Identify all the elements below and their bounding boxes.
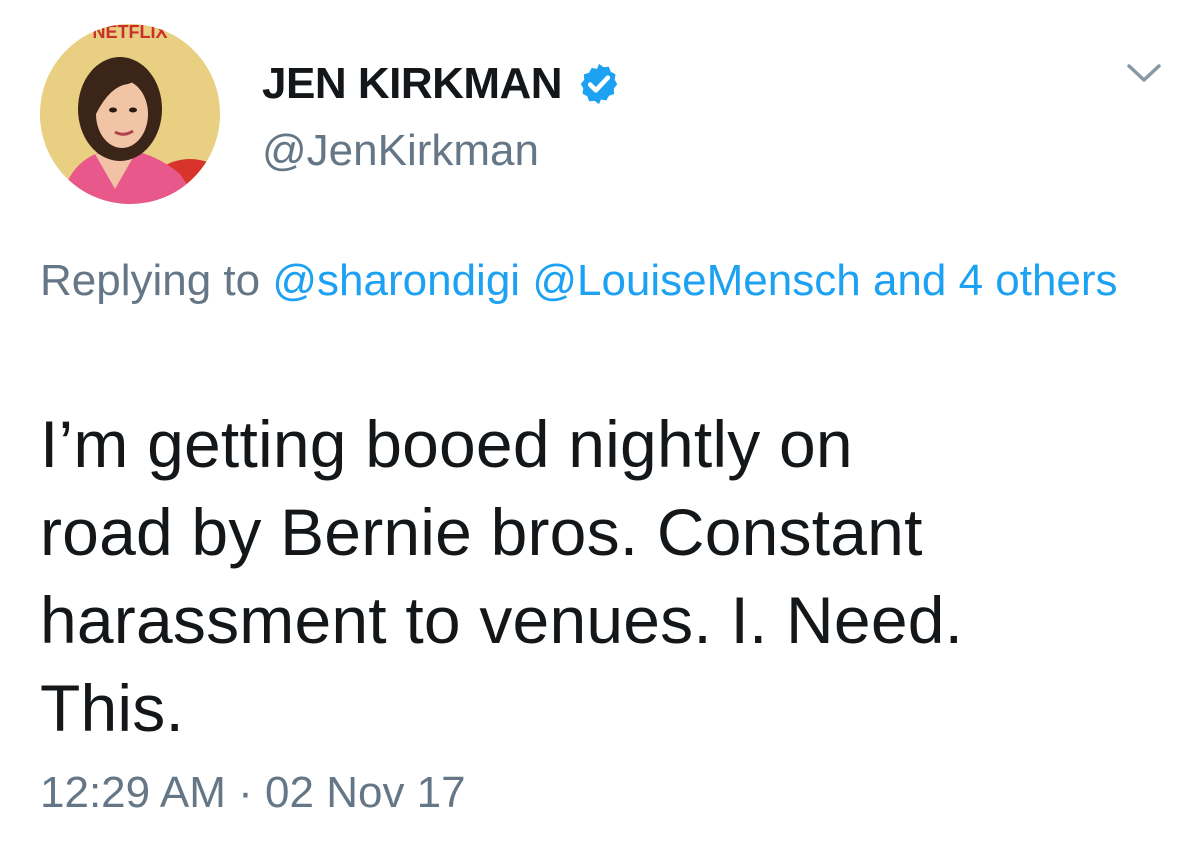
- avatar-image: NETFLIX: [40, 24, 220, 204]
- tweet-date: 02 Nov 17: [265, 768, 466, 817]
- author-handle[interactable]: @JenKirkman: [262, 126, 539, 176]
- display-name[interactable]: JEN KIRKMAN: [262, 59, 563, 109]
- tweet-text-line: harassment to venues. I. Need.: [40, 583, 964, 657]
- replying-to: Replying to @sharondigi @LouiseMensch an…: [40, 248, 1150, 314]
- timestamp-separator: ·: [238, 768, 253, 817]
- mention-link[interactable]: @LouiseMensch: [532, 256, 860, 305]
- replying-prefix: Replying to: [40, 256, 261, 305]
- tweet-time: 12:29 AM: [40, 768, 226, 817]
- tweet-text-line: This.: [40, 671, 185, 745]
- author-row: JEN KIRKMAN: [262, 58, 622, 110]
- timestamp[interactable]: 12:29 AM · 02 Nov 17: [40, 768, 466, 818]
- tweet-text: I’m getting booed nightly on road by Ber…: [40, 400, 1120, 752]
- tweet-card: NETFLIX JEN KIRKMAN @JenKirkman Replying…: [0, 0, 1200, 861]
- avatar[interactable]: NETFLIX: [40, 24, 220, 204]
- verified-badge-icon: [580, 63, 618, 105]
- others-link[interactable]: and 4 others: [873, 256, 1118, 305]
- tweet-text-line: road by Bernie bros. Constant: [40, 495, 923, 569]
- mention-link[interactable]: @sharondigi: [272, 256, 520, 305]
- avatar-banner-text: NETFLIX: [93, 24, 168, 42]
- chevron-down-icon[interactable]: [1124, 58, 1164, 88]
- tweet-text-line: I’m getting booed nightly on: [40, 407, 853, 481]
